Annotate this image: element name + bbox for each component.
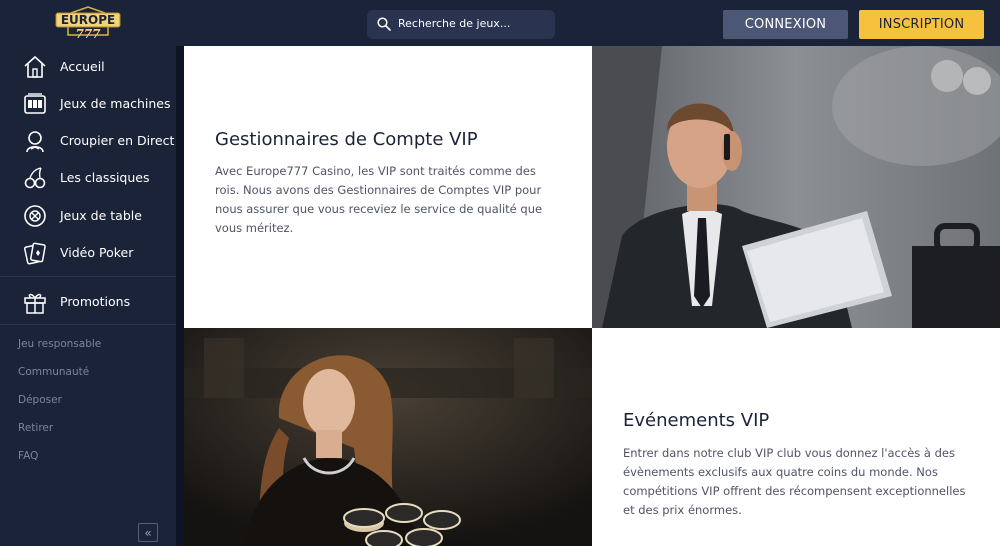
footer-link-jeu-responsable[interactable]: Jeu responsable	[18, 338, 101, 350]
gift-icon	[24, 293, 46, 314]
sidebar-divider	[0, 276, 176, 277]
search-bar[interactable]: Recherche de jeux...	[367, 10, 555, 39]
sidebar-item-jeux-de-machines[interactable]: Jeux de machines	[0, 85, 176, 122]
sidebar-item-video-poker[interactable]: Vidéo Poker	[0, 234, 176, 271]
sidebar-item-label: Promotions	[60, 294, 131, 309]
search-input[interactable]: Recherche de jeux...	[398, 17, 510, 30]
search-icon	[377, 17, 391, 31]
sidebar-item-label: Jeux de table	[60, 208, 142, 223]
vip-events-title: Evénements VIP	[623, 410, 770, 431]
cards-icon	[23, 242, 46, 265]
svg-text:EUROPE: EUROPE	[61, 13, 115, 27]
sidebar-item-promotions[interactable]: Promotions	[0, 283, 176, 320]
sidebar-divider	[0, 324, 176, 325]
top-bar: EUROPE 777 Recherche de jeux... CONNEXIO…	[0, 0, 1000, 46]
sidebar-item-label: Croupier en Direct	[60, 133, 175, 148]
footer-link-deposer[interactable]: Déposer	[18, 394, 62, 406]
sidebar-item-croupier[interactable]: Croupier en Direct	[0, 122, 176, 159]
footer-link-retirer[interactable]: Retirer	[18, 422, 53, 434]
dealer-icon	[26, 130, 44, 152]
home-icon	[24, 55, 46, 78]
sidebar: Accueil Jeux de machines Croupier en Dir…	[0, 46, 176, 546]
vip-managers-text: Avec Europe777 Casino, les VIP sont trai…	[215, 164, 543, 235]
footer-link-faq[interactable]: FAQ	[18, 450, 38, 462]
footer-link-communaute[interactable]: Communauté	[18, 366, 89, 378]
login-button[interactable]: CONNEXION	[723, 10, 848, 39]
europe777-logo[interactable]: EUROPE 777	[54, 5, 122, 41]
sidebar-item-classiques[interactable]: Les classiques	[0, 159, 176, 196]
vip-managers-panel: Gestionnaires de Compte VIP Avec Europe7…	[184, 46, 592, 328]
cherries-icon	[24, 166, 46, 188]
sidebar-item-jeux-de-table[interactable]: Jeux de table	[0, 197, 176, 234]
businessman-photo	[592, 46, 1000, 328]
sidebar-item-accueil[interactable]: Accueil	[0, 48, 176, 85]
signup-button[interactable]: INSCRIPTION	[859, 10, 984, 39]
sidebar-item-label: Accueil	[60, 59, 105, 74]
slot-machine-icon	[24, 92, 46, 114]
vip-events-panel: Evénements VIP Entrer dans notre club VI…	[592, 328, 1000, 546]
vip-events-text: Entrer dans notre club VIP club vous don…	[623, 446, 966, 517]
sidebar-item-label: Les classiques	[60, 170, 150, 185]
sidebar-item-label: Vidéo Poker	[60, 245, 134, 260]
vip-managers-title: Gestionnaires de Compte VIP	[215, 129, 478, 150]
sidebar-item-label: Jeux de machines	[60, 96, 171, 111]
roulette-chip-icon	[24, 204, 46, 227]
collapse-sidebar-button[interactable]: «	[138, 523, 158, 542]
sidebar-edge	[176, 46, 184, 546]
woman-casino-photo	[184, 328, 592, 546]
svg-text:777: 777	[75, 27, 101, 41]
